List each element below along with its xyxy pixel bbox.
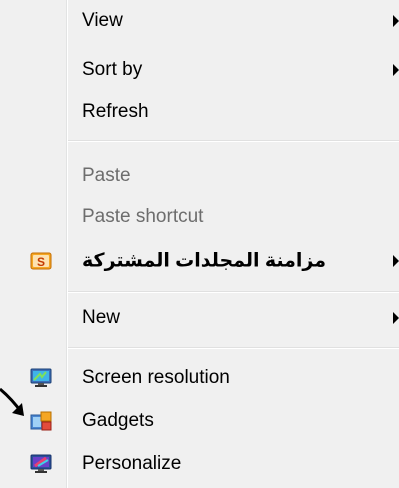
submenu-arrow-icon (393, 64, 399, 76)
menu-item-label: Sort by (82, 59, 143, 80)
menu-item-label: View (82, 10, 123, 31)
menu-item-label: New (82, 307, 121, 328)
submenu-arrow-icon (393, 255, 399, 267)
pointer-arrow-icon (0, 387, 24, 416)
menu-item-personalize[interactable]: Personalize (0, 443, 399, 485)
desktop-context-menu: View Sort by Refresh Paste Paste shortcu… (0, 0, 399, 488)
menu-item-refresh[interactable]: Refresh (0, 91, 399, 133)
menu-item-paste: Paste (0, 155, 399, 197)
shared-folder-sync-icon: S (30, 251, 52, 271)
menu-item-shared-folder-sync[interactable]: S مزامنة المجلدات المشتركة (0, 240, 399, 282)
menu-item-new[interactable]: New (0, 297, 399, 339)
menu-item-paste-shortcut: Paste shortcut (0, 196, 399, 238)
menu-separator (68, 140, 399, 142)
menu-item-label: Screen resolution (82, 367, 230, 388)
menu-separator (68, 291, 399, 293)
menu-item-label: Gadgets (82, 410, 154, 431)
submenu-arrow-icon (393, 312, 399, 324)
menu-item-screen-resolution[interactable]: Screen resolution (0, 357, 399, 399)
menu-item-label: Refresh (82, 101, 149, 122)
menu-item-label: Paste (82, 165, 131, 186)
menu-separator (68, 347, 399, 349)
monitor-icon (30, 368, 52, 388)
gadgets-icon (30, 411, 52, 431)
menu-item-label: مزامنة المجلدات المشتركة (82, 250, 326, 272)
svg-text:S: S (37, 255, 45, 269)
submenu-arrow-icon (393, 15, 399, 27)
menu-item-gadgets[interactable]: Gadgets (0, 400, 399, 442)
personalize-icon (30, 454, 52, 474)
menu-item-sort-by[interactable]: Sort by (0, 49, 399, 91)
menu-item-view[interactable]: View (0, 0, 399, 42)
menu-item-label: Personalize (82, 453, 182, 474)
menu-item-label: Paste shortcut (82, 206, 204, 227)
